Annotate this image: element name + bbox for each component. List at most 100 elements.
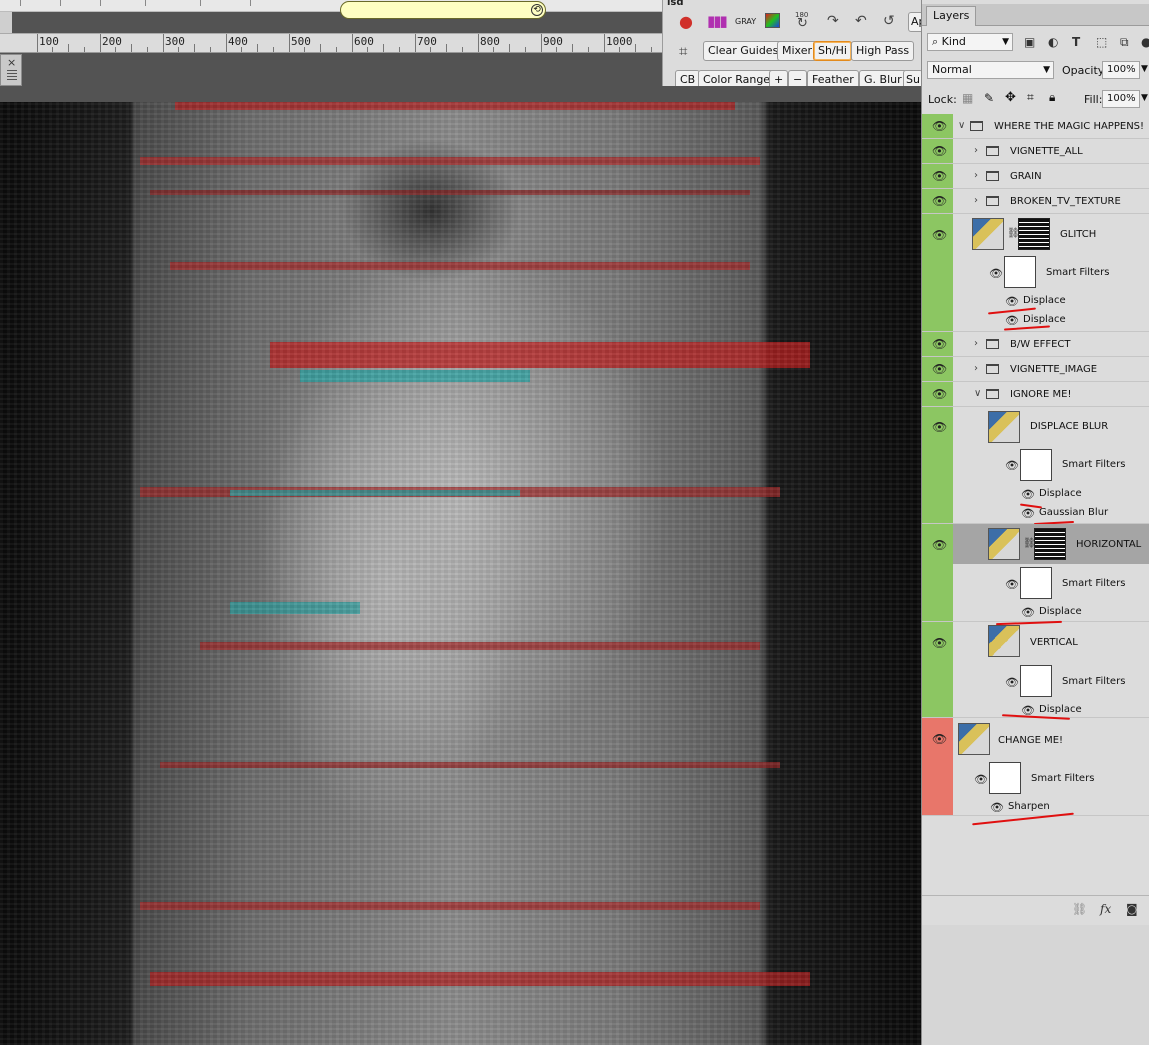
chevron-down-icon[interactable]: ▼: [1141, 64, 1148, 74]
visibility-toggle[interactable]: 👁︎: [922, 718, 953, 815]
visibility-toggle[interactable]: 👁︎: [922, 164, 953, 188]
layer-group-vignette-image[interactable]: 👁︎ › VIGNETTE_IMAGE: [922, 357, 1149, 382]
smart-object-filter-icon[interactable]: ⧉: [1120, 35, 1129, 50]
menu-icon[interactable]: [7, 70, 17, 80]
layer-group-ignore-me[interactable]: 👁︎ ∨ IGNORE ME!: [922, 382, 1149, 407]
visibility-toggle[interactable]: 👁︎: [922, 622, 953, 717]
eye-icon[interactable]: 👁︎: [1005, 459, 1019, 472]
layer-group-vignette-all[interactable]: 👁︎ › VIGNETTE_ALL: [922, 139, 1149, 164]
fill-field[interactable]: 100%: [1102, 90, 1140, 108]
add-mask-icon[interactable]: ◙: [1126, 902, 1138, 916]
filter-toggle-icon[interactable]: ●: [1141, 35, 1149, 49]
tab-layers[interactable]: Layers: [926, 6, 977, 26]
filter-gaussian-blur[interactable]: Gaussian Blur: [1039, 507, 1108, 518]
smart-filter-mask[interactable]: [1020, 665, 1052, 697]
eye-icon[interactable]: 👁︎: [1021, 507, 1035, 520]
collapsed-panel-tab[interactable]: ×: [0, 54, 22, 86]
sh-hi-button[interactable]: Sh/Hi: [813, 41, 852, 61]
chevron-down-icon[interactable]: ▼: [1141, 93, 1148, 103]
eye-icon[interactable]: 👁︎: [932, 194, 947, 208]
filter-sharpen[interactable]: Sharpen: [1008, 801, 1050, 812]
layer-horizontal[interactable]: 👁︎ ⛓︎ HORIZONTAL 👁︎ Smart Filters 👁︎ Dis…: [922, 524, 1149, 626]
history-icon[interactable]: ↺: [883, 13, 895, 29]
layer-glitch[interactable]: 👁︎ ⛓︎ GLITCH 👁︎ Smart Filters 👁︎ Displac…: [922, 214, 1149, 332]
lock-all-icon[interactable]: 🔒︎: [1049, 90, 1055, 105]
visibility-toggle[interactable]: 👁︎: [922, 114, 953, 138]
visibility-toggle[interactable]: 👁︎: [922, 382, 953, 406]
layer-displace-blur[interactable]: 👁︎ DISPLACE BLUR 👁︎ Smart Filters 👁︎ Dis…: [922, 407, 1149, 526]
pixel-filter-icon[interactable]: ▣: [1024, 35, 1035, 49]
filter-displace[interactable]: Displace: [1039, 704, 1082, 715]
eye-icon[interactable]: 👁︎: [1005, 676, 1019, 689]
eye-icon[interactable]: 👁︎: [1005, 314, 1019, 327]
smart-filter-mask[interactable]: [1020, 567, 1052, 599]
lock-move-icon[interactable]: ✥: [1005, 90, 1016, 105]
blend-mode-select[interactable]: Normal ▼: [927, 61, 1054, 79]
layer-change-me[interactable]: 👁︎ CHANGE ME! 👁︎ Smart Filters 👁︎ Sharpe…: [922, 718, 1149, 816]
eye-icon[interactable]: 👁︎: [932, 387, 947, 401]
chevron-down-icon[interactable]: ∨: [974, 388, 981, 399]
rgb-channels-icon[interactable]: ●: [679, 12, 693, 31]
lock-brush-icon[interactable]: ✎: [984, 91, 994, 105]
redo-icon[interactable]: ↷: [827, 13, 839, 29]
opacity-field[interactable]: 100%: [1102, 61, 1140, 79]
eye-icon[interactable]: 👁︎: [989, 267, 1003, 280]
layer-group-bw-effect[interactable]: 👁︎ › B/W EFFECT: [922, 332, 1149, 357]
chevron-right-icon[interactable]: ›: [974, 170, 978, 181]
chevron-right-icon[interactable]: ›: [974, 338, 978, 349]
chevron-down-icon[interactable]: ∨: [958, 120, 965, 131]
filter-kind-select[interactable]: ⌕ Kind ▼: [927, 33, 1013, 51]
high-pass-button[interactable]: High Pass: [851, 41, 915, 61]
fx-icon[interactable]: fx: [1100, 902, 1111, 916]
lock-artboard-icon[interactable]: ⌗: [1027, 90, 1034, 105]
eye-icon[interactable]: 👁︎: [974, 773, 988, 786]
eye-icon[interactable]: 👁︎: [932, 228, 947, 242]
eye-icon[interactable]: 👁︎: [932, 144, 947, 158]
undo-icon[interactable]: ↶: [855, 13, 867, 29]
eye-icon[interactable]: 👁︎: [932, 362, 947, 376]
layer-group-broken-tv-texture[interactable]: 👁︎ › BROKEN_TV_TEXTURE: [922, 189, 1149, 214]
document-image[interactable]: [0, 102, 921, 1045]
layer-group-grain[interactable]: 👁︎ › GRAIN: [922, 164, 1149, 189]
mixer-button[interactable]: Mixer: [777, 41, 818, 61]
color-square-icon[interactable]: [765, 13, 780, 28]
visibility-toggle[interactable]: 👁︎: [922, 524, 953, 621]
smart-filter-mask[interactable]: [1020, 449, 1052, 481]
lock-transparent-icon[interactable]: ▦: [962, 91, 973, 105]
smart-filter-mask[interactable]: [1004, 256, 1036, 288]
filter-displace[interactable]: Displace: [1039, 488, 1082, 499]
filter-displace[interactable]: Displace: [1023, 295, 1066, 306]
filter-displace[interactable]: Displace: [1023, 314, 1066, 325]
gray-label[interactable]: GRAY: [735, 17, 756, 26]
eye-icon[interactable]: 👁︎: [932, 538, 947, 552]
crop-icon[interactable]: ⌗: [679, 42, 687, 60]
chevron-right-icon[interactable]: ›: [974, 195, 978, 206]
visibility-toggle[interactable]: 👁︎: [922, 407, 953, 523]
type-filter-icon[interactable]: T: [1072, 35, 1080, 49]
color-bars-icon[interactable]: ▮▮▮: [707, 12, 728, 30]
smart-filter-mask[interactable]: [989, 762, 1021, 794]
eye-icon[interactable]: 👁︎: [932, 119, 947, 133]
eye-icon[interactable]: 👁︎: [932, 636, 947, 650]
eye-icon[interactable]: 👁︎: [932, 732, 947, 746]
eye-icon[interactable]: 👁︎: [1021, 606, 1035, 619]
visibility-toggle[interactable]: 👁︎: [922, 332, 953, 356]
adjustment-filter-icon[interactable]: ◐: [1048, 35, 1058, 49]
eye-icon[interactable]: 👁︎: [1005, 295, 1019, 308]
visibility-toggle[interactable]: 👁︎: [922, 214, 953, 331]
chevron-right-icon[interactable]: ›: [974, 363, 978, 374]
eye-icon[interactable]: 👁︎: [1005, 578, 1019, 591]
eye-icon[interactable]: 👁︎: [990, 801, 1004, 814]
eye-icon[interactable]: 👁︎: [932, 420, 947, 434]
visibility-toggle[interactable]: 👁︎: [922, 357, 953, 381]
layer-mask-thumbnail[interactable]: [1018, 218, 1050, 250]
visibility-toggle[interactable]: 👁︎: [922, 189, 953, 213]
chevron-right-icon[interactable]: ›: [974, 145, 978, 156]
eye-icon[interactable]: 👁︎: [932, 337, 947, 351]
filter-displace[interactable]: Displace: [1039, 606, 1082, 617]
layer-mask-thumbnail[interactable]: [1034, 528, 1066, 560]
cycle-icon[interactable]: ⟲: [531, 4, 543, 16]
close-icon[interactable]: ×: [7, 56, 16, 69]
zoom-scroll-pill[interactable]: ⟲: [340, 1, 546, 19]
eye-icon[interactable]: 👁︎: [1021, 488, 1035, 501]
